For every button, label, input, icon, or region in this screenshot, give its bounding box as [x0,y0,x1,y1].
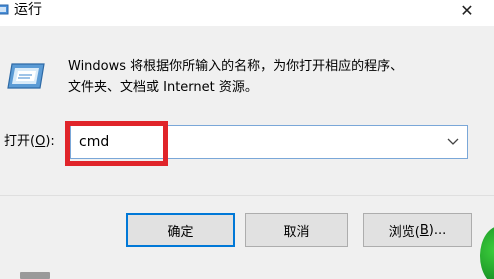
bottom-edge [0,268,494,279]
ok-button[interactable]: 确定 [126,213,235,247]
run-app-icon [0,4,9,15]
open-combobox[interactable] [70,125,468,159]
run-dialog-icon [7,63,45,89]
description-line-2: 文件夹、文档或 Internet 资源。 [68,80,258,95]
open-label-prefix: 打开( [4,134,36,149]
run-dialog: 运行 ✕ Windows 将根据你所输入的名称，为你打开相应的程序、 文件夹、文… [0,0,494,279]
browse-label-suffix: )... [428,222,447,238]
description-line-1: Windows 将根据你所输入的名称，为你打开相应的程序、 [68,59,404,74]
browse-label-accelerator: B [419,222,429,238]
window-title: 运行 [14,2,42,18]
cancel-button[interactable]: 取消 [245,213,348,247]
dropdown-button[interactable] [441,128,465,156]
open-label: 打开(O): [4,132,55,152]
close-button[interactable]: ✕ [452,0,482,22]
ok-button-label: 确定 [167,224,194,240]
chevron-down-icon [447,138,459,145]
open-label-accelerator: O [35,134,46,149]
taskbar-fragment [20,272,50,279]
open-input[interactable] [79,130,439,154]
description: Windows 将根据你所输入的名称，为你打开相应的程序、 文件夹、文档或 In… [68,56,478,98]
browse-button[interactable]: 浏览(B)... [363,213,472,247]
open-label-suffix: ): [45,134,55,149]
browse-label-prefix: 浏览( [388,224,420,240]
close-icon: ✕ [460,0,474,20]
title-bar[interactable]: 运行 ✕ [0,0,494,26]
cancel-button-label: 取消 [283,224,310,240]
